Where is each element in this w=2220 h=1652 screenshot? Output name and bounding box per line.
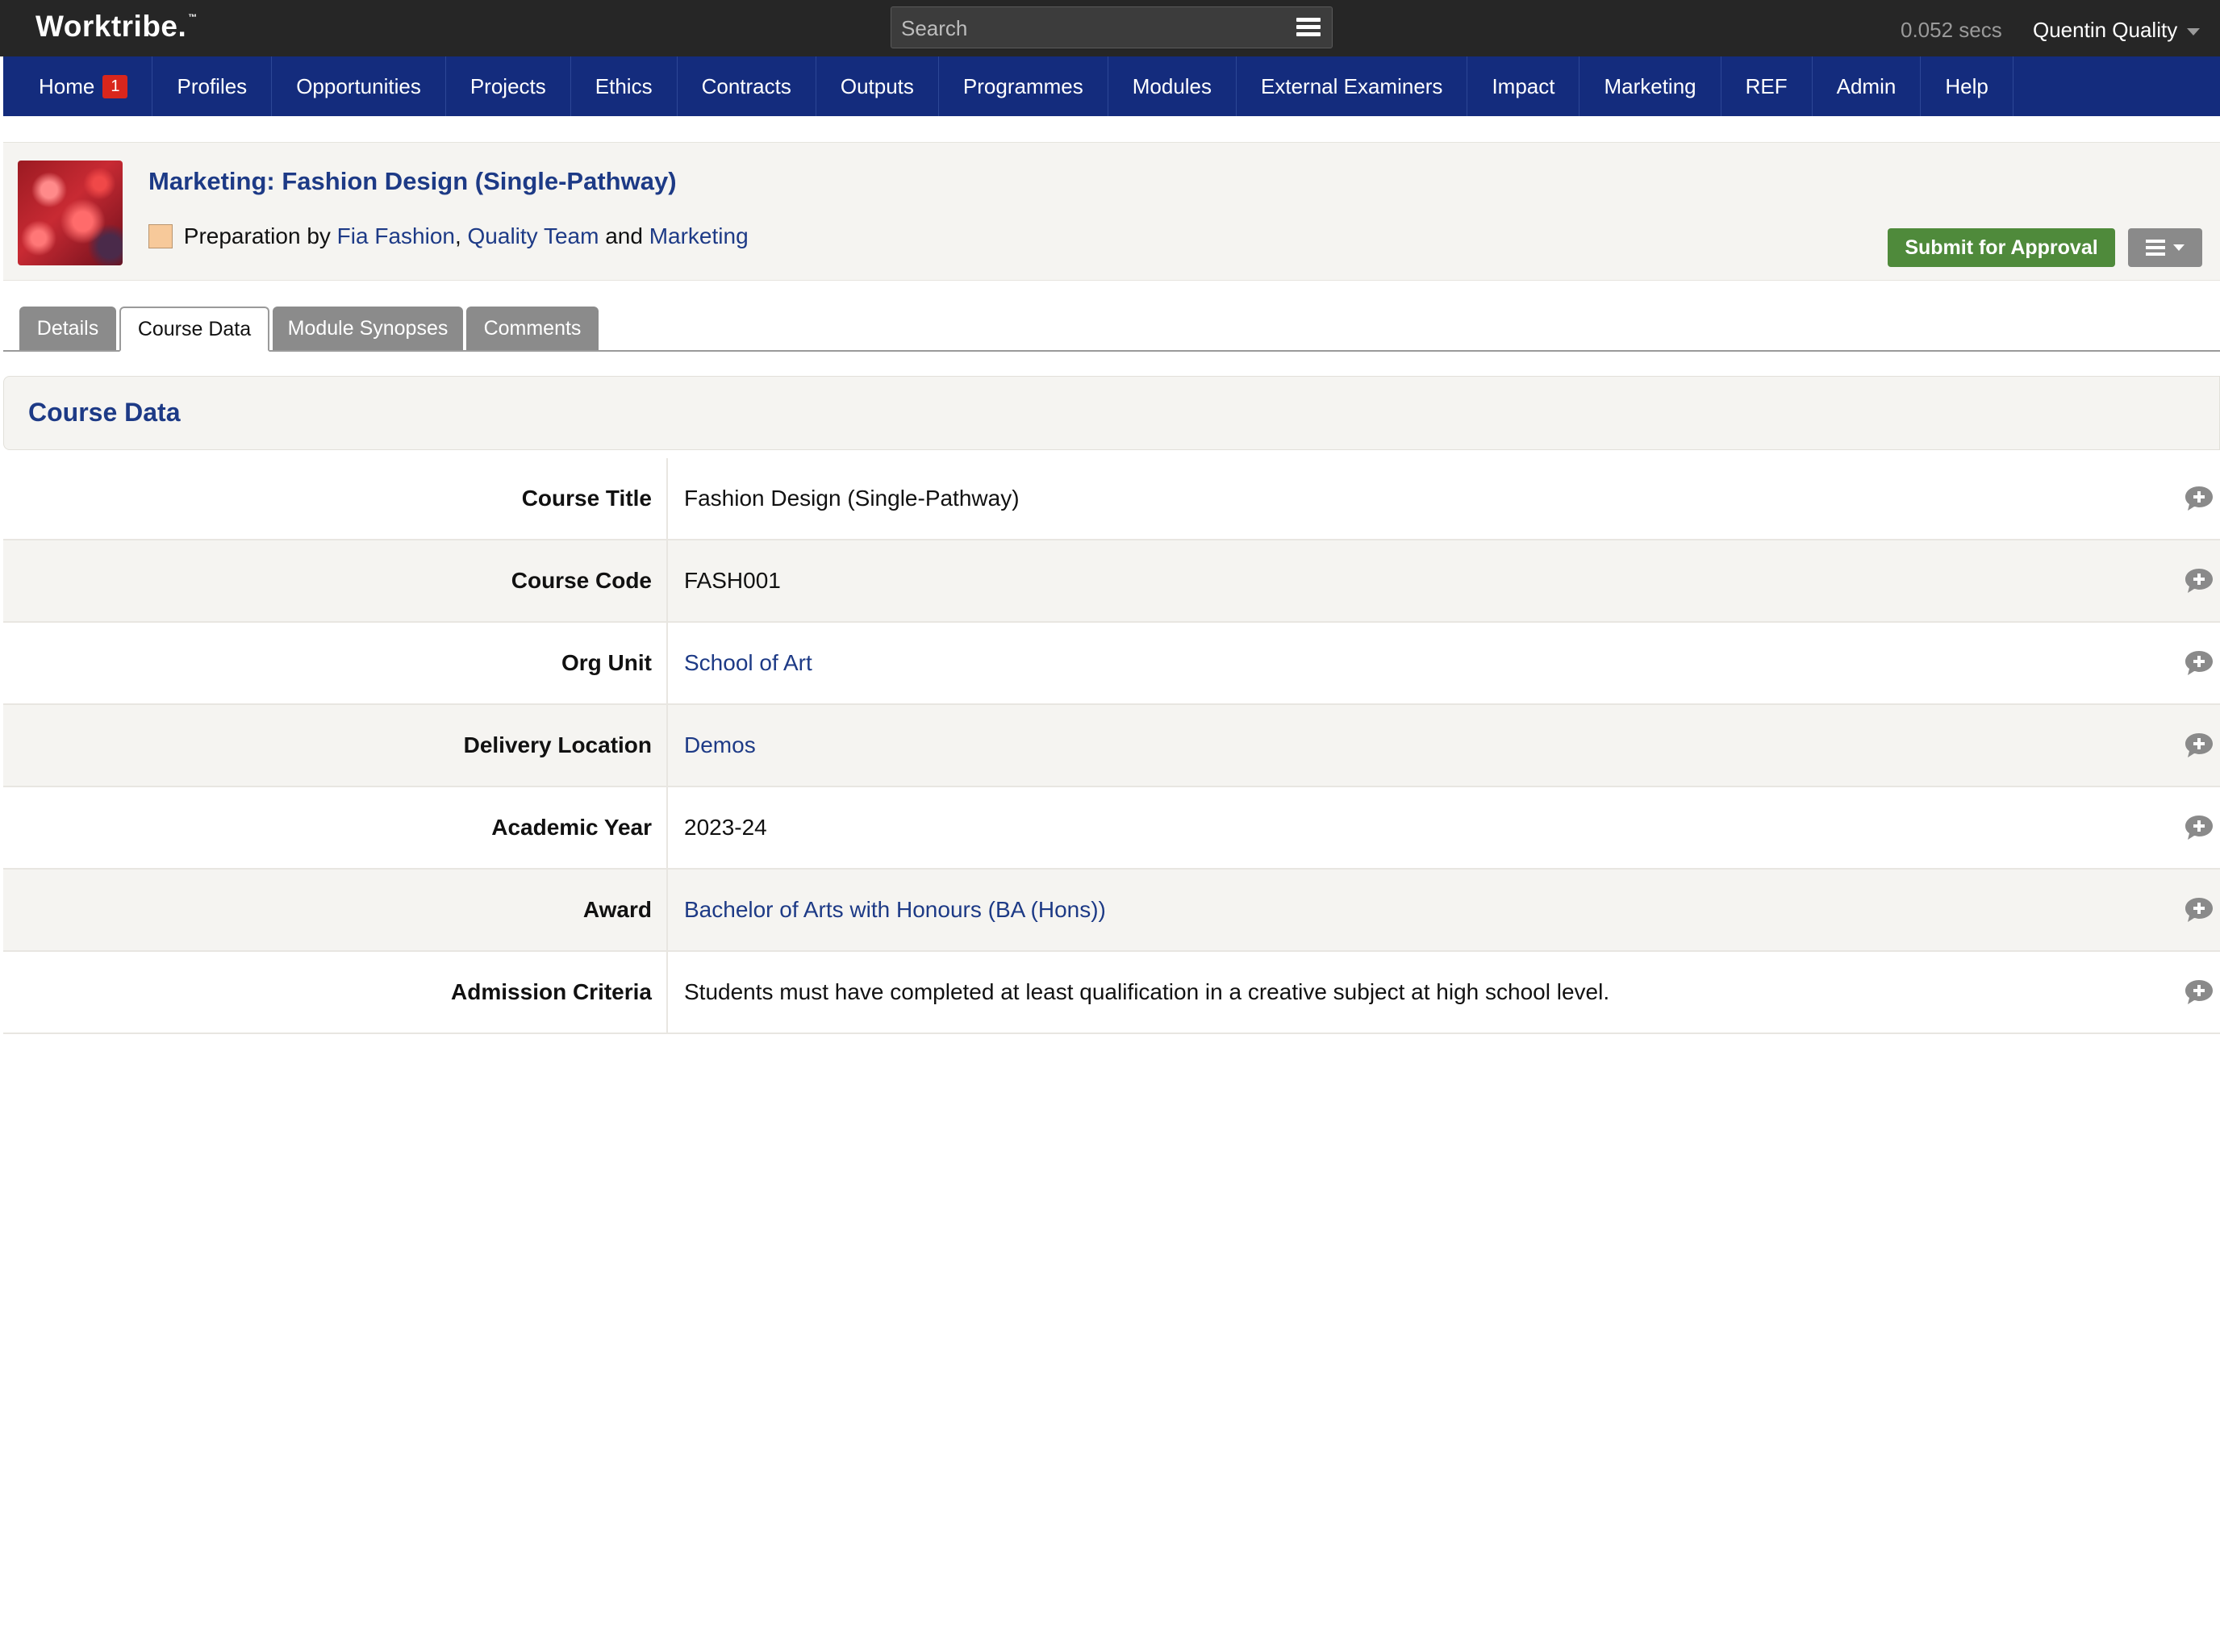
field-label: Course Title — [3, 458, 668, 539]
tab-course-data[interactable]: Course Data — [119, 307, 269, 352]
notification-badge: 1 — [102, 74, 128, 98]
nav-item-marketing[interactable]: Marketing — [1579, 56, 1721, 116]
add-comment-icon[interactable] — [2183, 484, 2215, 513]
top-bar: Worktribe.™ 0.052 secs Quentin Quality — [0, 0, 2220, 56]
item-header: Marketing: Fashion Design (Single-Pathwa… — [3, 142, 2220, 281]
status-swatch — [148, 224, 173, 248]
course-data-table: Course Title Fashion Design (Single-Path… — [3, 458, 2220, 1034]
add-comment-icon[interactable] — [2183, 566, 2215, 595]
page-title: Marketing: Fashion Design (Single-Pathwa… — [148, 167, 677, 195]
nav-item-admin[interactable]: Admin — [1813, 56, 1922, 116]
tab-module-synopses[interactable]: Module Synopses — [273, 307, 463, 350]
nav-item-programmes[interactable]: Programmes — [939, 56, 1108, 116]
owner-link-quality-team[interactable]: Quality Team — [468, 223, 599, 248]
section-title: Course Data — [28, 398, 181, 427]
field-value: Students must have completed at least qu… — [684, 979, 1610, 1004]
owner-conjunction: and — [605, 223, 643, 248]
field-label: Org Unit — [3, 623, 668, 703]
worktribe-logo[interactable]: Worktribe. ™ — [35, 10, 198, 44]
owner-link-fia-fashion[interactable]: Fia Fashion — [337, 223, 455, 248]
actions-menu-button[interactable] — [2128, 228, 2202, 267]
field-value: FASH001 — [684, 568, 781, 593]
add-comment-icon[interactable] — [2183, 731, 2215, 760]
data-row-admission-criteria: Admission Criteria Students must have co… — [3, 952, 2220, 1034]
nav-item-help[interactable]: Help — [1921, 56, 2013, 116]
field-value: Fashion Design (Single-Pathway) — [684, 486, 1020, 511]
nav-item-external-examiners[interactable]: External Examiners — [1237, 56, 1468, 116]
status-line: Preparation by Fia Fashion, Quality Team… — [148, 223, 749, 249]
add-comment-icon[interactable] — [2183, 649, 2215, 678]
field-label: Delivery Location — [3, 705, 668, 786]
search-input[interactable] — [891, 7, 1290, 49]
status-prefix: Preparation by — [183, 223, 331, 248]
field-label: Academic Year — [3, 787, 668, 868]
award-link[interactable]: Bachelor of Arts with Honours (BA (Hons)… — [684, 870, 1106, 950]
nav-item-outputs[interactable]: Outputs — [816, 56, 939, 116]
logo-trademark: ™ — [188, 13, 198, 23]
chevron-down-icon — [2187, 27, 2201, 35]
user-name: Quentin Quality — [2033, 18, 2178, 42]
nav-item-home[interactable]: Home 1 — [3, 56, 153, 116]
field-label: Admission Criteria — [3, 952, 668, 1032]
data-row-course-title: Course Title Fashion Design (Single-Path… — [3, 458, 2220, 540]
main-nav: Home 1 Profiles Opportunities Projects E… — [3, 56, 2220, 116]
owner-separator: , — [454, 223, 461, 248]
section-header: Course Data — [3, 376, 2220, 450]
data-row-academic-year: Academic Year 2023-24 — [3, 787, 2220, 870]
nav-item-opportunities[interactable]: Opportunities — [272, 56, 446, 116]
nav-item-ref[interactable]: REF — [1721, 56, 1813, 116]
search-box — [891, 6, 1333, 49]
data-row-delivery-location: Delivery Location Demos — [3, 705, 2220, 787]
nav-item-label: Home — [39, 73, 95, 98]
tab-details[interactable]: Details — [19, 307, 116, 350]
org-unit-link[interactable]: School of Art — [684, 623, 812, 703]
delivery-location-link[interactable]: Demos — [684, 705, 756, 786]
tab-bar: Details Course Data Module Synopses Comm… — [3, 307, 2220, 352]
add-comment-icon[interactable] — [2183, 978, 2215, 1007]
data-row-award: Award Bachelor of Arts with Honours (BA … — [3, 870, 2220, 952]
user-menu[interactable]: Quentin Quality — [2033, 18, 2201, 43]
nav-item-contracts[interactable]: Contracts — [678, 56, 816, 116]
nav-item-ethics[interactable]: Ethics — [571, 56, 678, 116]
course-thumbnail — [18, 161, 123, 265]
data-row-org-unit: Org Unit School of Art — [3, 623, 2220, 705]
chevron-down-icon — [2173, 244, 2185, 251]
field-label: Course Code — [3, 540, 668, 621]
hamburger-icon — [2146, 236, 2165, 259]
data-row-course-code: Course Code FASH001 — [3, 540, 2220, 623]
add-comment-icon[interactable] — [2183, 813, 2215, 842]
add-comment-icon[interactable] — [2183, 895, 2215, 924]
page-timer: 0.052 secs — [1901, 18, 2002, 42]
nav-item-modules[interactable]: Modules — [1108, 56, 1237, 116]
nav-item-projects[interactable]: Projects — [446, 56, 571, 116]
field-label: Award — [3, 870, 668, 950]
nav-item-impact[interactable]: Impact — [1467, 56, 1580, 116]
submit-for-approval-button[interactable]: Submit for Approval — [1888, 228, 2115, 267]
owner-link-marketing[interactable]: Marketing — [649, 223, 749, 248]
search-menu-icon[interactable] — [1296, 18, 1321, 39]
nav-item-profiles[interactable]: Profiles — [152, 56, 273, 116]
tab-comments[interactable]: Comments — [466, 307, 599, 350]
logo-text: Worktribe. — [35, 10, 187, 43]
field-value: 2023-24 — [684, 815, 767, 840]
